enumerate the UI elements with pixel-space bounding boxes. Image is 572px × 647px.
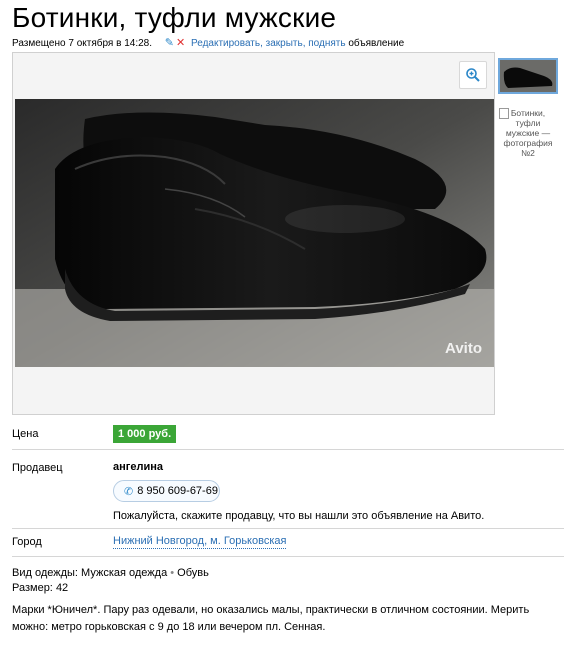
divider bbox=[12, 528, 564, 529]
zoom-in-icon bbox=[466, 68, 480, 82]
shoe-thumbnail bbox=[500, 60, 556, 92]
phone-icon: ✆ bbox=[124, 485, 134, 498]
divider bbox=[12, 556, 564, 557]
divider bbox=[12, 449, 564, 450]
zoom-button[interactable] bbox=[459, 61, 487, 89]
size-label: Размер: bbox=[12, 582, 53, 594]
main-photo[interactable]: Avito bbox=[15, 99, 494, 367]
pencil-icon[interactable]: ✎ bbox=[165, 37, 174, 49]
city-link[interactable]: Нижний Новгород, м. Горьковская bbox=[113, 535, 287, 549]
clothes-type-value: Мужская одежда bbox=[81, 567, 168, 579]
bullet-separator: • bbox=[170, 567, 175, 579]
close-link[interactable]: закрыть bbox=[266, 38, 303, 49]
edit-link[interactable]: Редактировать bbox=[191, 38, 260, 49]
city-label: Город bbox=[12, 536, 42, 548]
photo-gallery: Avito bbox=[12, 52, 495, 415]
phone-number: 8 950 609-67-69 bbox=[137, 485, 218, 497]
size-row: Размер: 42 bbox=[12, 582, 68, 594]
listing-description: Марки *Юничел*. Пару раз одевали, но ока… bbox=[12, 604, 530, 633]
avito-watermark: Avito bbox=[445, 340, 482, 357]
size-value: 42 bbox=[55, 582, 69, 594]
thumbnail-2[interactable]: Ботинки, туфли мужские — фотография №2 bbox=[499, 108, 557, 168]
seller-label: Продавец bbox=[12, 462, 63, 474]
price-badge: 1 000 руб. bbox=[113, 425, 177, 443]
seller-name[interactable]: ангелина bbox=[113, 461, 163, 473]
close-icon[interactable]: ✕ bbox=[176, 37, 185, 49]
shoe-image bbox=[15, 99, 494, 367]
clothes-type-row: Вид одежды: Мужская одежда • Обувь bbox=[12, 567, 209, 579]
phone-button[interactable]: ✆ 8 950 609-67-69 bbox=[113, 480, 220, 502]
clothes-type-label: Вид одежды: bbox=[12, 567, 78, 579]
meta-suffix: объявление bbox=[348, 38, 405, 49]
page-title: Ботинки, туфли мужские bbox=[12, 2, 337, 33]
thumbnail-1[interactable] bbox=[498, 58, 558, 94]
seller-note: Пожалуйста, скажите продавцу, что вы наш… bbox=[113, 510, 485, 522]
category-value: Обувь bbox=[177, 567, 209, 579]
raise-link[interactable]: поднять bbox=[308, 38, 345, 49]
price-label: Цена bbox=[12, 428, 39, 440]
listing-meta: Размещено 7 октября в 14:28. ✎ ✕ Редактир… bbox=[12, 37, 405, 49]
broken-image-icon bbox=[499, 108, 509, 119]
posted-date: Размещено 7 октября в 14:28. bbox=[12, 38, 152, 49]
